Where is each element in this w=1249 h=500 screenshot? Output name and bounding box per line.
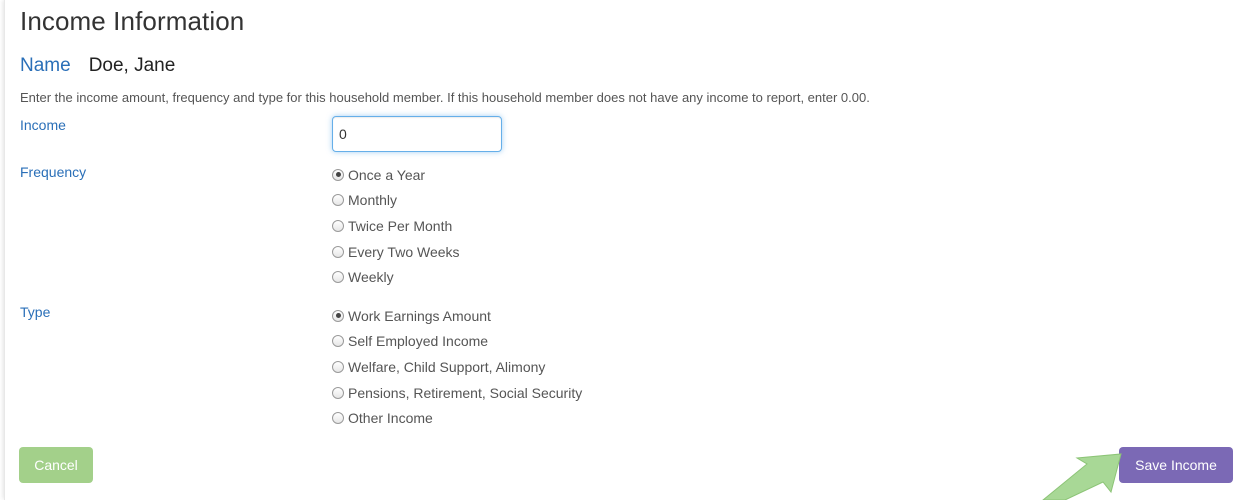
name-label: Name: [20, 55, 71, 76]
radio-label: Pensions, Retirement, Social Security: [348, 384, 583, 401]
arrow-up-right-icon: [1042, 453, 1122, 500]
radio-button[interactable]: [332, 194, 344, 207]
frequency-option[interactable]: Monthly: [332, 188, 460, 214]
frequency-option[interactable]: Every Two Weeks: [332, 239, 460, 265]
cancel-button[interactable]: Cancel: [19, 447, 93, 483]
type-option[interactable]: Self Employed Income: [332, 329, 582, 355]
name-value: Doe, Jane: [88, 55, 176, 76]
save-income-button[interactable]: Save Income: [1119, 447, 1233, 483]
radio-button[interactable]: [332, 309, 344, 322]
income-label: Income: [20, 117, 66, 133]
radio-label: Twice Per Month: [348, 217, 453, 234]
radio-button[interactable]: [332, 412, 344, 425]
income-form-panel: Income Information Name Doe, Jane Enter t…: [4, 0, 1249, 500]
type-radio-group: Work Earnings Amount Self Employed Incom…: [332, 303, 582, 431]
radio-label: Self Employed Income: [348, 333, 489, 350]
frequency-option[interactable]: Twice Per Month: [332, 213, 460, 239]
radio-label: Work Earnings Amount: [348, 307, 491, 324]
radio-button[interactable]: [332, 360, 344, 373]
page-title: Income Information: [20, 6, 245, 36]
frequency-option[interactable]: Weekly: [332, 264, 460, 290]
radio-label: Once a Year: [348, 166, 426, 183]
income-input[interactable]: [332, 116, 502, 152]
type-option[interactable]: Work Earnings Amount: [332, 303, 582, 329]
radio-button[interactable]: [332, 168, 344, 181]
radio-label: Other Income: [348, 410, 433, 427]
radio-label: Monthly: [348, 192, 398, 209]
instructions-text: Enter the income amount, frequency and t…: [20, 90, 870, 105]
radio-label: Welfare, Child Support, Alimony: [348, 358, 546, 375]
type-option[interactable]: Pensions, Retirement, Social Security: [332, 380, 582, 406]
type-option[interactable]: Welfare, Child Support, Alimony: [332, 354, 582, 380]
radio-label: Every Two Weeks: [348, 243, 460, 260]
member-name-row: Name Doe, Jane: [20, 55, 175, 77]
radio-button[interactable]: [332, 271, 344, 284]
radio-label: Weekly: [348, 269, 394, 286]
radio-button[interactable]: [332, 245, 344, 258]
type-option[interactable]: Other Income: [332, 405, 582, 431]
radio-button[interactable]: [332, 219, 344, 232]
radio-button[interactable]: [332, 386, 344, 399]
type-label: Type: [20, 304, 51, 320]
frequency-radio-group: Once a Year Monthly Twice Per Month Ever…: [332, 162, 460, 290]
frequency-label: Frequency: [20, 164, 87, 180]
frequency-option[interactable]: Once a Year: [332, 162, 460, 188]
radio-button[interactable]: [332, 335, 344, 348]
